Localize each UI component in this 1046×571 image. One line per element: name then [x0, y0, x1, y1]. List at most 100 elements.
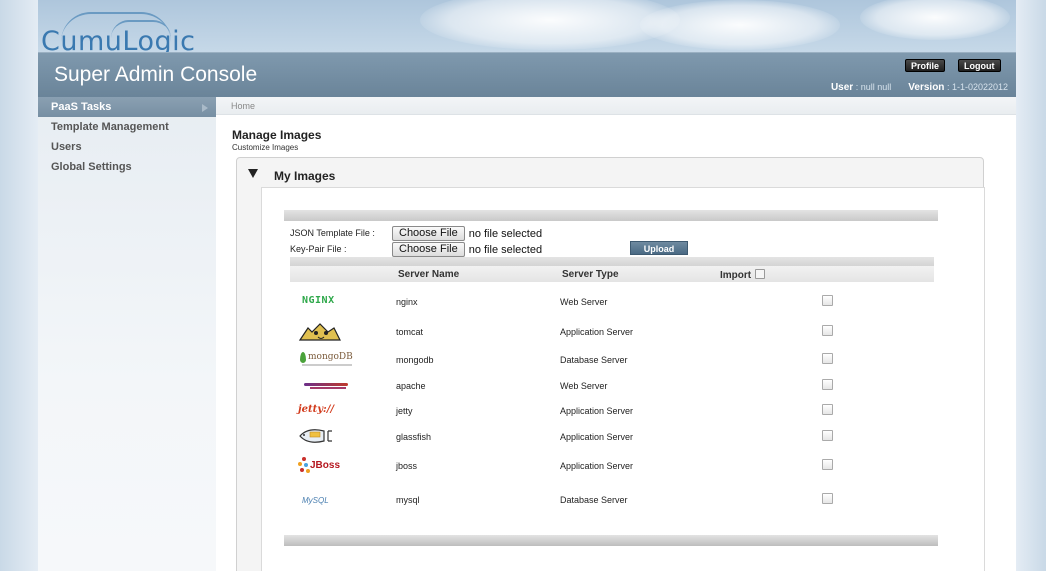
header-bar: Super Admin Console Profile Logout User …: [38, 52, 1016, 97]
sidebar-item-label: Template Management: [51, 121, 169, 133]
sidebar-item-label: PaaS Tasks: [51, 101, 112, 113]
table-header: Server Name Server Type Import: [290, 266, 934, 282]
table-top-bar: [290, 257, 934, 266]
user-info: User : null null Version : 1-1-02022012: [831, 82, 1008, 93]
profile-button[interactable]: Profile: [905, 59, 946, 72]
server-type: Application Server: [560, 406, 634, 416]
server-name: jboss: [396, 461, 418, 471]
user-label: User: [830, 82, 854, 93]
json-template-label: JSON Template File :: [290, 228, 375, 238]
tomcat-logo: [294, 320, 364, 342]
collapse-triangle-icon[interactable]: [248, 169, 258, 178]
import-all-checkbox[interactable]: [755, 269, 766, 279]
form-bottom-bar: [284, 535, 938, 546]
mysql-logo: MySQL: [294, 488, 364, 510]
breadcrumb-home-link[interactable]: Home: [231, 101, 255, 111]
jboss-logo: JBoss: [294, 454, 364, 476]
import-checkbox[interactable]: [822, 459, 833, 470]
server-type: Web Server: [560, 381, 608, 391]
mysql-logo-text: MySQL: [302, 496, 329, 505]
upload-button[interactable]: Upload: [630, 241, 688, 255]
keypair-file-status: no file selected: [468, 243, 543, 256]
column-server-name: Server Name: [398, 269, 460, 280]
main-content: Home Manage Images Customize Images My I…: [216, 97, 1016, 571]
tomcat-cat-icon: [298, 323, 341, 341]
jetty-logo-text: jetty://: [298, 404, 335, 415]
table-row: apache Web Server: [290, 372, 934, 398]
server-name: nginx: [396, 297, 418, 307]
server-name: jetty: [396, 406, 413, 416]
sidebar: PaaS Tasks Template Management Users Glo…: [38, 97, 216, 571]
logout-button[interactable]: Logout: [958, 59, 1001, 72]
column-import-label: Import: [720, 270, 752, 281]
json-template-row: JSON Template File : Choose File no file s…: [290, 225, 543, 242]
chevron-right-icon: [202, 104, 208, 112]
table-row: glassfish Application Server: [290, 423, 934, 449]
page-title: Manage Images: [232, 128, 322, 142]
server-type: Application Server: [560, 327, 634, 337]
user-value: : null null: [855, 82, 892, 92]
sidebar-item-template-management[interactable]: Template Management: [38, 117, 216, 137]
server-name: mysql: [396, 495, 420, 505]
table-row: tomcat Application Server: [290, 318, 934, 344]
apache-feather-icon: [304, 383, 348, 386]
import-checkbox[interactable]: [822, 353, 833, 364]
import-checkbox[interactable]: [822, 379, 833, 390]
keypair-row: Key-Pair File : Choose File no file select…: [290, 241, 543, 258]
server-name: glassfish: [396, 432, 432, 442]
console-title: Super Admin Console: [54, 63, 258, 86]
panel-body: JSON Template File : Choose File no file s…: [261, 187, 985, 571]
server-name: mongodb: [396, 355, 434, 365]
mongodb-logo: mongoDB: [294, 348, 364, 370]
sidebar-item-global-settings[interactable]: Global Settings: [38, 157, 216, 177]
sidebar-item-label: Global Settings: [51, 161, 132, 173]
sidebar-item-paas-tasks[interactable]: PaaS Tasks: [38, 97, 216, 117]
nginx-logo: NGINX: [294, 290, 364, 312]
page-edge-left: [0, 0, 38, 571]
jboss-logo-text: JBoss: [310, 460, 341, 471]
jetty-logo: jetty://: [294, 399, 364, 421]
cloud-decoration: [860, 0, 1010, 40]
version-label: Version: [908, 82, 945, 93]
panel-title: My Images: [274, 169, 336, 183]
server-name: tomcat: [396, 327, 424, 337]
table-row: NGINX nginx Web Server: [290, 288, 934, 314]
sidebar-item-label: Users: [51, 141, 82, 153]
server-type: Database Server: [560, 495, 628, 505]
import-checkbox[interactable]: [822, 493, 833, 504]
server-type: Web Server: [560, 297, 608, 307]
mongodb-logo-text: mongoDB: [308, 352, 353, 362]
server-name: apache: [396, 381, 426, 391]
column-server-type: Server Type: [562, 269, 619, 280]
column-import: Import: [720, 269, 766, 281]
import-checkbox[interactable]: [822, 430, 833, 441]
table-row: MySQL mysql Database Server: [290, 486, 934, 512]
table-row: mongoDB mongodb Database Server: [290, 346, 934, 372]
import-checkbox[interactable]: [822, 404, 833, 415]
keypair-label: Key-Pair File :: [290, 244, 347, 254]
json-template-choose-file-button[interactable]: Choose File: [392, 226, 465, 242]
apache-logo: [294, 374, 364, 396]
mongodb-leaf-icon: [300, 352, 306, 363]
import-checkbox[interactable]: [822, 325, 833, 336]
images-form: JSON Template File : Choose File no file s…: [284, 210, 938, 546]
version-value: : 1-1-02022012: [946, 82, 1008, 92]
page-edge-right: [1016, 0, 1046, 571]
table-row: JBoss jboss Application Server: [290, 452, 934, 478]
cloud-decoration: [640, 0, 840, 50]
server-type: Application Server: [560, 461, 634, 471]
nginx-logo-text: NGINX: [302, 295, 335, 306]
json-template-file-status: no file selected: [468, 227, 543, 240]
glassfish-logo: [294, 425, 364, 447]
form-top-bar: [284, 210, 938, 221]
keypair-choose-file-button[interactable]: Choose File: [392, 242, 465, 258]
my-images-panel: My Images JSON Template File : Choose Fil…: [236, 157, 985, 571]
jboss-dots-icon: [298, 457, 310, 475]
glassfish-fish-icon: [299, 429, 332, 443]
page-subtitle: Customize Images: [232, 143, 299, 152]
breadcrumb: Home: [216, 97, 1016, 115]
server-type: Database Server: [560, 355, 628, 365]
sidebar-item-users[interactable]: Users: [38, 137, 216, 157]
table-row: jetty:// jetty Application Server: [290, 397, 934, 423]
import-checkbox[interactable]: [822, 295, 833, 306]
